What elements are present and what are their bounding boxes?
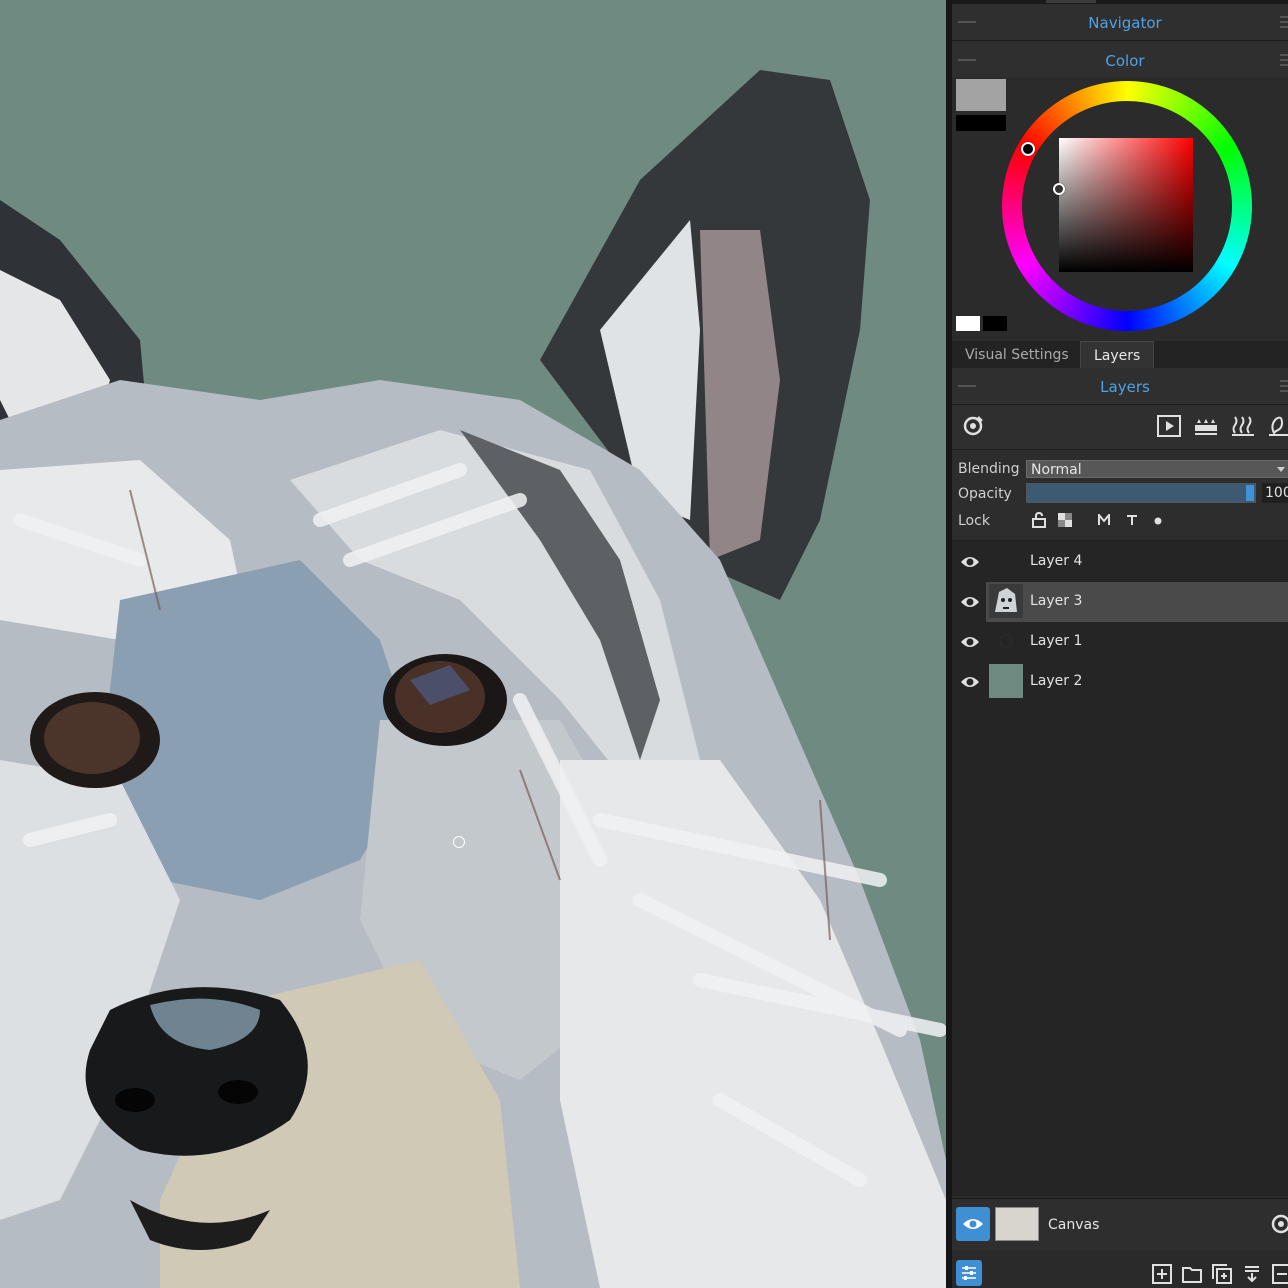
- duplicate-layer-icon[interactable]: [1212, 1264, 1232, 1284]
- brush-cursor: [453, 836, 465, 848]
- layer-thumbnail: [989, 664, 1023, 698]
- lock-icon[interactable]: [1032, 512, 1046, 528]
- layer-properties: Blending Normal Opacity 100 Lock: [952, 450, 1288, 541]
- opacity-value[interactable]: 100: [1262, 483, 1288, 503]
- chevron-down-icon: [1277, 467, 1285, 472]
- tab-layers[interactable]: Layers: [1080, 341, 1155, 370]
- opacity-label: Opacity: [958, 486, 1012, 502]
- lock-transparency-icon[interactable]: [1058, 513, 1072, 527]
- layer-name: Layer 4: [1030, 553, 1083, 569]
- lock-mask-icon[interactable]: [1098, 514, 1110, 526]
- panel-menu-icon[interactable]: [1280, 54, 1288, 66]
- panel-menu-icon[interactable]: [1280, 16, 1288, 28]
- opacity-slider[interactable]: [1026, 483, 1256, 503]
- layer-name: Layer 3: [1030, 593, 1083, 609]
- layer-name: Layer 2: [1030, 673, 1083, 689]
- layer-row-4[interactable]: Layer 4: [952, 542, 1288, 582]
- layer-settings-button[interactable]: [956, 1260, 982, 1286]
- layers-list: Layer 4 Layer 3 Layer 1 Layer 2: [952, 541, 1288, 1196]
- blending-value: Normal: [1031, 462, 1082, 478]
- layer-row-3[interactable]: Layer 3: [952, 582, 1288, 622]
- sliders-icon: [962, 1266, 976, 1280]
- layer-thumbnail: [989, 584, 1023, 618]
- layer-name: Layer 1: [1030, 633, 1083, 649]
- play-icon[interactable]: [1156, 413, 1182, 439]
- painting-canvas[interactable]: [0, 0, 946, 1288]
- color-header[interactable]: Color: [952, 42, 1288, 79]
- opacity-slider-handle[interactable]: [1246, 485, 1254, 501]
- blending-select[interactable]: Normal: [1026, 460, 1288, 478]
- eye-icon[interactable]: [960, 634, 980, 650]
- eye-icon: [963, 1219, 983, 1229]
- blending-label: Blending: [958, 461, 1020, 477]
- secondary-color-swatch[interactable]: [956, 115, 1006, 131]
- canvas-layer-row[interactable]: Canvas: [952, 1198, 1288, 1251]
- canvas-settings-icon[interactable]: [1268, 1213, 1288, 1235]
- eye-icon[interactable]: [960, 594, 980, 610]
- saturation-value-square[interactable]: [1059, 138, 1193, 272]
- hue-knob[interactable]: [1021, 142, 1035, 156]
- layer-thumbnail: [989, 544, 1023, 578]
- layer-thumbnail: [999, 634, 1013, 648]
- layer-effects-icon[interactable]: [960, 413, 986, 439]
- color-panel: [952, 77, 1288, 335]
- dog-painting: [0, 70, 946, 1288]
- layers-toolbar: [952, 405, 1288, 450]
- layer-row-1[interactable]: Layer 1: [952, 622, 1288, 662]
- layer-row-2[interactable]: Layer 2: [952, 662, 1288, 702]
- layers-header[interactable]: Layers: [952, 368, 1288, 405]
- tab-visual-settings[interactable]: Visual Settings: [952, 341, 1082, 369]
- panel-menu-icon[interactable]: [1280, 380, 1288, 392]
- eye-icon[interactable]: [960, 554, 980, 570]
- lock-label: Lock: [958, 513, 990, 529]
- primary-color-swatch[interactable]: [956, 79, 1006, 111]
- right-panel: Navigator Color Visual Settings Layers L…: [952, 0, 1288, 1288]
- wet-paint-icon[interactable]: [1192, 413, 1218, 439]
- lock-dot-icon[interactable]: [1154, 517, 1162, 525]
- eye-icon[interactable]: [960, 674, 980, 690]
- merge-down-icon[interactable]: [1242, 1264, 1262, 1284]
- layers-title: Layers: [1100, 378, 1150, 396]
- dry-paint-icon[interactable]: [1229, 413, 1255, 439]
- canvas-visibility-button[interactable]: [956, 1207, 990, 1241]
- panel-tabs: Visual Settings Layers: [952, 341, 1288, 370]
- black-swatch[interactable]: [983, 316, 1007, 331]
- delete-layer-icon[interactable]: [1272, 1264, 1288, 1284]
- canvas-thumbnail: [995, 1207, 1039, 1241]
- layers-bottom-bar: [952, 1252, 1288, 1288]
- white-swatch[interactable]: [956, 316, 980, 331]
- mix-paint-icon[interactable]: [1266, 413, 1288, 439]
- add-folder-icon[interactable]: [1182, 1264, 1202, 1284]
- canvas-label: Canvas: [1048, 1217, 1100, 1233]
- navigator-title: Navigator: [1088, 14, 1162, 32]
- lock-text-icon[interactable]: [1126, 514, 1138, 526]
- color-title: Color: [1105, 52, 1145, 70]
- navigator-header[interactable]: Navigator: [952, 4, 1288, 41]
- saturation-knob[interactable]: [1053, 183, 1065, 195]
- add-layer-icon[interactable]: [1152, 1264, 1172, 1284]
